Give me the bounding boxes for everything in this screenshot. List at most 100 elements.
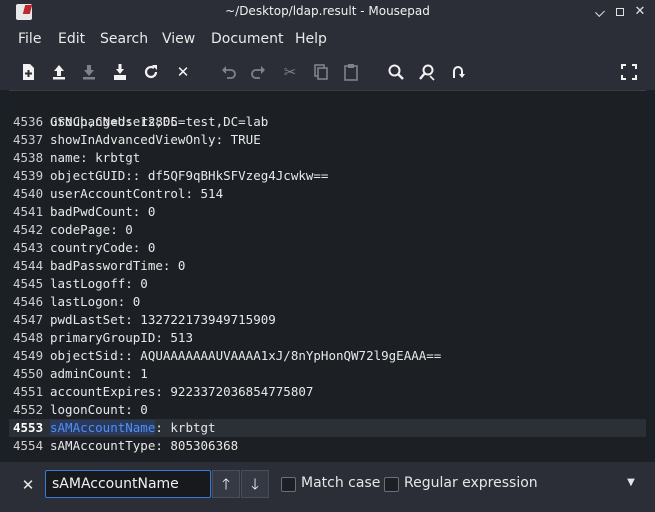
text-line: 4537 showInAdvancedViewOnly: TRUE bbox=[9, 131, 646, 149]
new-document-icon[interactable] bbox=[18, 62, 38, 82]
editor-scrollbar[interactable] bbox=[640, 91, 646, 462]
line-content: accountExpires: 9223372036854775807 bbox=[50, 384, 314, 399]
menu-document[interactable]: Document bbox=[211, 31, 284, 47]
text-line: 4546 lastLogon: 0 bbox=[9, 293, 646, 311]
text-line: 4550 adminCount: 1 bbox=[9, 365, 646, 383]
line-content: adminCount: 1 bbox=[50, 366, 148, 381]
line-number: 4547 bbox=[13, 312, 44, 327]
line-number: 4551 bbox=[13, 384, 44, 399]
line-content: sAMAccountType: 805306368 bbox=[50, 438, 239, 453]
text-line-wrapped: Group,CN=Users,DC=test,DC=lab bbox=[9, 95, 646, 129]
find-icon[interactable] bbox=[386, 62, 406, 82]
text-line: 4538 name: krbtgt bbox=[9, 149, 646, 167]
go-to-line-icon[interactable] bbox=[448, 62, 468, 82]
line-number: 4545 bbox=[13, 276, 44, 291]
search-match-highlight: sAMAccountName bbox=[50, 420, 156, 435]
arrow-down-icon[interactable]: 🡓 bbox=[241, 470, 269, 498]
title-bar: ~/Desktop/ldap.result - Mousepad ✕ bbox=[0, 0, 655, 24]
cut-icon[interactable]: ✂ bbox=[280, 62, 300, 82]
line-number: 4540 bbox=[13, 186, 44, 201]
line-content: badPasswordTime: 0 bbox=[50, 258, 186, 273]
line-number: 4544 bbox=[13, 258, 44, 273]
text-line: 4547 pwdLastSet: 132722173949715909 bbox=[9, 311, 646, 329]
line-content: badPwdCount: 0 bbox=[50, 204, 156, 219]
save-icon[interactable] bbox=[79, 62, 99, 82]
redo-icon[interactable] bbox=[248, 62, 268, 82]
open-file-icon[interactable] bbox=[49, 62, 69, 82]
arrow-up-icon[interactable]: 🡑 bbox=[212, 470, 240, 498]
line-content: sAMAccountName: krbtgt bbox=[50, 419, 216, 437]
line-number: 4537 bbox=[13, 132, 44, 147]
text-line: 4549 objectSid:: AQUAAAAAAAUVAAAA1xJ/8nYp… bbox=[9, 347, 646, 365]
maximize-icon[interactable] bbox=[612, 4, 628, 20]
undo-icon[interactable] bbox=[219, 62, 239, 82]
text-editor[interactable]: Group,CN=Users,DC=test,DC=lab 4536 uSNCha… bbox=[9, 90, 646, 462]
text-line: 4554 sAMAccountType: 805306368 bbox=[9, 437, 646, 455]
menu-view[interactable]: View bbox=[162, 31, 195, 47]
line-number: 4549 bbox=[13, 348, 44, 363]
line-content: codePage: 0 bbox=[50, 222, 133, 237]
line-content: lastLogoff: 0 bbox=[50, 276, 148, 291]
line-number: 4554 bbox=[13, 438, 44, 453]
line-number: 4543 bbox=[13, 240, 44, 255]
line-number: 4553 bbox=[13, 420, 44, 435]
line-number: 4538 bbox=[13, 150, 44, 165]
regex-label[interactable]: Regular expression bbox=[404, 475, 538, 491]
line-content: pwdLastSet: 132722173949715909 bbox=[50, 312, 276, 327]
line-number: 4536 bbox=[13, 114, 44, 129]
text-line: 4540 userAccountControl: 514 bbox=[9, 185, 646, 203]
text-line: 4542 codePage: 0 bbox=[9, 221, 646, 239]
text-line: 4544 badPasswordTime: 0 bbox=[9, 257, 646, 275]
line-number: 4548 bbox=[13, 330, 44, 345]
menu-bar: File Edit Search View Document Help bbox=[0, 24, 655, 54]
line-number: 4541 bbox=[13, 204, 44, 219]
line-content: name: krbtgt bbox=[50, 150, 141, 165]
text-line: 4545 lastLogoff: 0 bbox=[9, 275, 646, 293]
line-number: 4552 bbox=[13, 402, 44, 417]
line-content: primaryGroupID: 513 bbox=[50, 330, 193, 345]
find-replace-icon[interactable] bbox=[417, 62, 437, 82]
text-line: 4552 logonCount: 0 bbox=[9, 401, 646, 419]
current-line: 4553 sAMAccountName: krbtgt bbox=[9, 419, 646, 437]
menu-edit[interactable]: Edit bbox=[58, 31, 85, 47]
menu-help[interactable]: Help bbox=[295, 31, 327, 47]
text-line: 4536 uSNChanged: 12805 bbox=[9, 113, 646, 131]
line-content: showInAdvancedViewOnly: TRUE bbox=[50, 132, 261, 147]
minimize-icon[interactable] bbox=[592, 4, 608, 20]
close-icon[interactable]: ✕ bbox=[632, 4, 648, 20]
line-content: logonCount: 0 bbox=[50, 402, 148, 417]
search-input[interactable]: sAMAccountName bbox=[45, 470, 211, 498]
toolbar: ✕ ✂ bbox=[0, 54, 655, 90]
text-line: 4539 objectGUID:: df5QF9qBHkSFVzeg4Jcwkw=… bbox=[9, 167, 646, 185]
line-number: 4539 bbox=[13, 168, 44, 183]
fullscreen-icon[interactable] bbox=[619, 62, 639, 82]
line-content: lastLogon: 0 bbox=[50, 294, 141, 309]
line-content: objectGUID:: df5QF9qBHkSFVzeg4Jcwkw== bbox=[50, 168, 329, 183]
save-as-icon[interactable] bbox=[110, 62, 130, 82]
line-content: uSNChanged: 12805 bbox=[50, 114, 178, 129]
paste-icon[interactable] bbox=[341, 62, 361, 82]
line-content: countryCode: 0 bbox=[50, 240, 156, 255]
close-document-icon[interactable]: ✕ bbox=[173, 62, 193, 82]
match-case-checkbox[interactable] bbox=[281, 477, 296, 492]
line-content: objectSid:: AQUAAAAAAAUVAAAA1xJ/8nYpHonQ… bbox=[50, 348, 442, 363]
regex-checkbox[interactable] bbox=[384, 477, 399, 492]
line-number: 4542 bbox=[13, 222, 44, 237]
dropdown-icon[interactable]: ▼ bbox=[624, 476, 638, 490]
window-title: ~/Desktop/ldap.result - Mousepad bbox=[225, 4, 430, 18]
text-line: 4541 badPwdCount: 0 bbox=[9, 203, 646, 221]
text-line: 4551 accountExpires: 9223372036854775807 bbox=[9, 383, 646, 401]
close-icon[interactable]: ✕ bbox=[20, 475, 36, 495]
text-line: 4543 countryCode: 0 bbox=[9, 239, 646, 257]
line-number: 4550 bbox=[13, 366, 44, 381]
match-case-label[interactable]: Match case bbox=[301, 475, 380, 491]
find-bar: ✕ sAMAccountName 🡑 🡓 Match case Regular … bbox=[0, 462, 655, 512]
menu-search[interactable]: Search bbox=[100, 31, 148, 47]
text-line: 4548 primaryGroupID: 513 bbox=[9, 329, 646, 347]
menu-file[interactable]: File bbox=[18, 31, 41, 47]
copy-icon[interactable] bbox=[311, 62, 331, 82]
line-number: 4546 bbox=[13, 294, 44, 309]
line-rest: : krbtgt bbox=[155, 420, 216, 435]
reload-icon[interactable] bbox=[141, 62, 161, 82]
line-content: userAccountControl: 514 bbox=[50, 186, 224, 201]
